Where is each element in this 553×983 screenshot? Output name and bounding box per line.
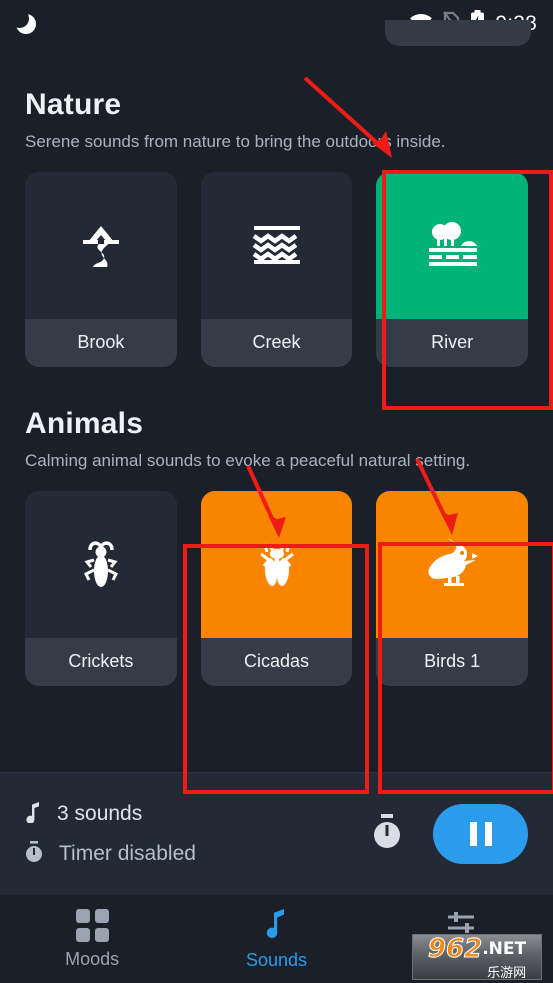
bird-icon [425,539,479,589]
watermark-content: 962.NET 乐游网 [427,934,527,980]
sound-card-creek[interactable]: Creek [200,171,353,367]
brook-icon [73,220,129,270]
scrolled-card-sliver[interactable] [385,20,531,46]
player-controls [369,804,528,864]
card-icon-wrap [25,490,177,638]
player-sounds-count: 3 sounds [25,801,196,828]
section-description-nature: Serene sounds from nature to bring the o… [25,132,446,151]
play-pause-button[interactable] [433,804,528,864]
app-root: 9:38 Nature Serene sounds from nature to… [0,0,553,983]
card-label-cicadas: Cicadas [200,637,353,686]
watermark-main: 962.NET [427,934,527,964]
music-note-icon [25,801,41,828]
cicada-icon [251,538,303,590]
sound-card-row-nature: Brook Creek River [25,171,529,367]
nav-item-sounds[interactable]: Sounds [184,908,368,971]
card-label-creek: Creek [200,318,353,367]
timer-button[interactable] [369,813,405,855]
card-icon-wrap [200,171,353,319]
pause-icon [469,822,492,846]
card-icon-wrap [376,171,529,319]
sound-card-cicadas[interactable]: Cicadas [200,490,353,686]
card-label-river: River [376,318,529,367]
stopwatch-icon [25,840,43,868]
nav-label-moods: Moods [65,948,120,969]
grid-icon [75,908,109,942]
sound-card-crickets[interactable]: Crickets [25,490,177,686]
stopwatch-icon [372,813,402,855]
cricket-icon [76,538,126,590]
section-description-animals: Calming animal sounds to evoke a peacefu… [25,450,471,470]
card-icon-wrap [376,490,529,638]
player-bar: 3 sounds Timer disabled [0,772,553,895]
sound-card-brook[interactable]: Brook [25,171,177,367]
music-note-icon [265,908,287,943]
river-icon [423,220,481,270]
sound-card-river[interactable]: River [376,171,529,367]
watermark-suffix: .NET [482,938,527,959]
card-label-brook: Brook [25,318,177,367]
player-timer-status: Timer disabled [25,840,196,868]
watermark-number: 962 [427,934,483,964]
status-bar-left [10,9,36,34]
card-label-birds1: Birds 1 [376,637,529,686]
moon-icon [10,9,36,34]
watermark-chinese: 乐游网 [487,965,527,980]
player-info: 3 sounds Timer disabled [25,801,196,868]
card-icon-wrap [200,490,353,638]
scroll-content: Nature Serene sounds from nature to brin… [0,48,553,686]
player-timer-text: Timer disabled [59,842,196,865]
creek-icon [252,224,302,266]
section-nature: Nature Serene sounds from nature to brin… [0,88,553,367]
watermark-overlay: 962.NET 乐游网 [412,934,542,980]
nav-item-moods[interactable]: Moods [0,908,184,970]
card-label-crickets: Crickets [25,637,177,686]
section-title-animals: Animals [25,406,144,440]
player-sounds-text: 3 sounds [57,802,143,825]
nav-label-sounds: Sounds [245,949,308,970]
card-icon-wrap [25,171,177,319]
section-title-nature: Nature [25,88,122,121]
sound-card-row-animals: Crickets Cicadas Birds 1 [25,490,529,686]
sound-card-birds1[interactable]: Birds 1 [376,490,529,686]
section-animals: Animals Calming animal sounds to evoke a… [0,407,553,686]
